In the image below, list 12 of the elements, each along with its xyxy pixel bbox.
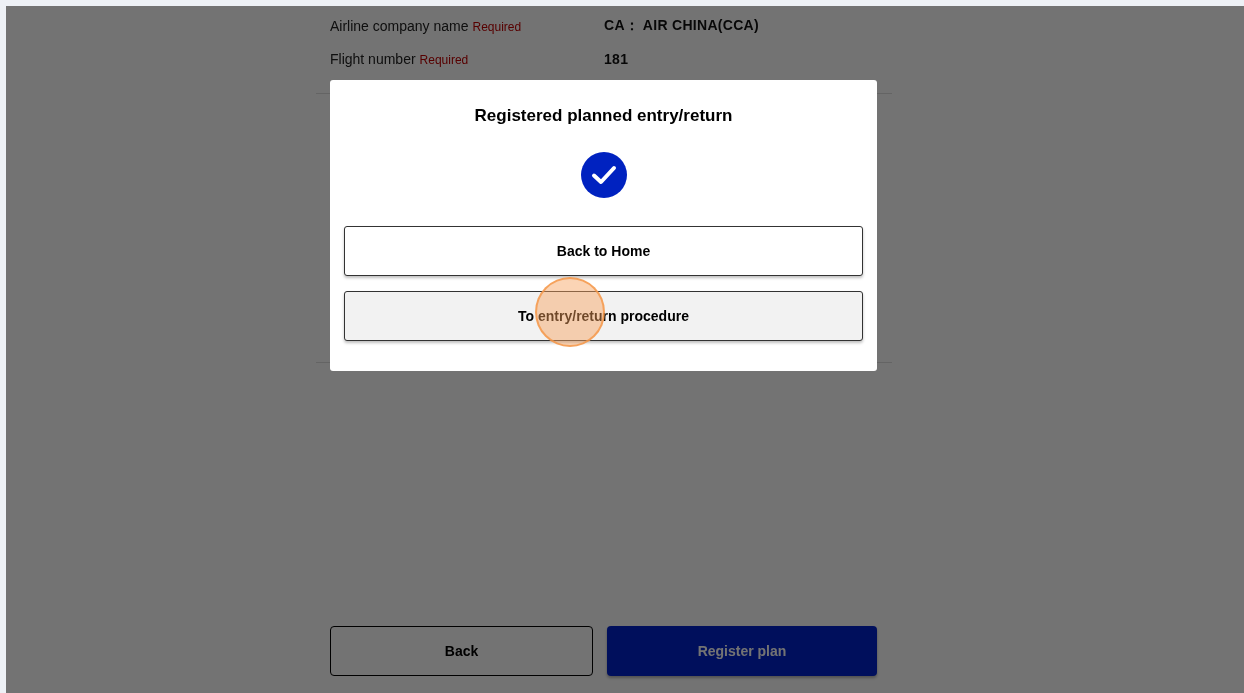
field-label: Flight number bbox=[330, 50, 416, 67]
required-tag: Required bbox=[472, 19, 522, 34]
field-value: CA： AIR CHINA(CCA) bbox=[604, 16, 759, 35]
dialog-button[interactable]: To entry/return procedure bbox=[344, 291, 863, 341]
field-value: 181 bbox=[604, 50, 629, 67]
field-label: Airline company name bbox=[330, 17, 469, 34]
register-button[interactable]: Register plan bbox=[607, 626, 877, 676]
dialog-button[interactable]: Back to Home bbox=[344, 226, 863, 276]
dialog-title: Registered planned entry/return bbox=[474, 106, 733, 126]
required-tag: Required bbox=[419, 52, 469, 67]
back-button[interactable]: Back bbox=[330, 626, 593, 676]
check-circle-icon bbox=[580, 152, 627, 198]
